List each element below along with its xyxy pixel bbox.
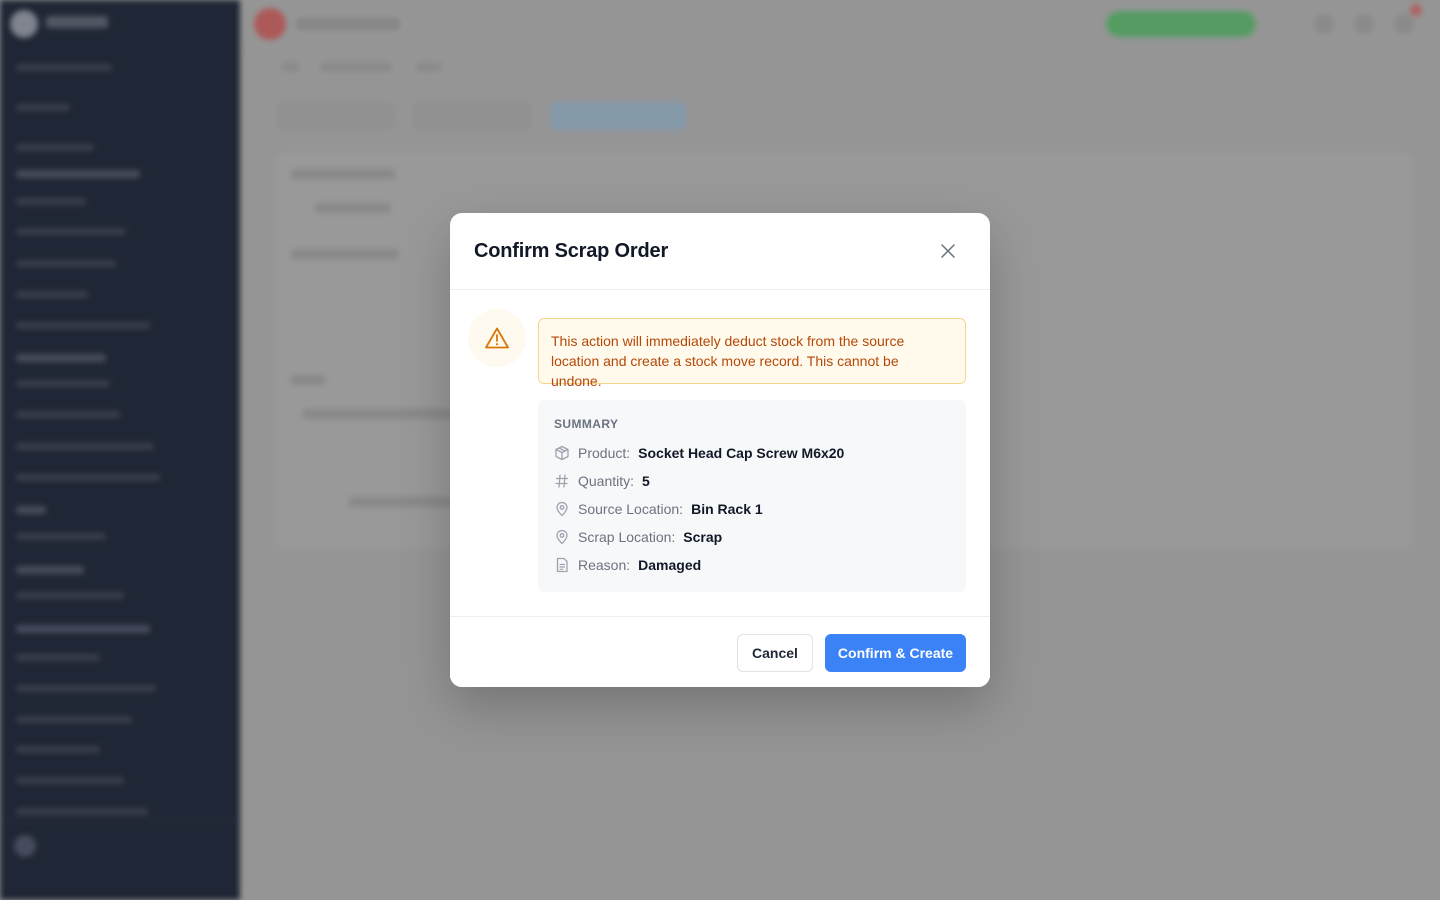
box-icon — [554, 445, 570, 461]
dialog-header: Confirm Scrap Order — [450, 213, 990, 290]
summary-row-product: Product: Socket Head Cap Screw M6x20 — [554, 443, 844, 463]
warning-triangle-icon — [485, 327, 509, 349]
summary-panel: SUMMARY Product: Socket Head Cap Screw M… — [538, 400, 966, 592]
document-icon — [554, 557, 570, 573]
summary-label: Quantity: — [578, 473, 635, 489]
summary-row-reason: Reason: Damaged — [554, 555, 701, 575]
summary-value: Socket Head Cap Screw M6x20 — [638, 445, 845, 461]
confirm-create-button[interactable]: Confirm & Create — [825, 634, 966, 672]
hash-icon — [554, 473, 570, 489]
summary-value: Scrap — [683, 529, 723, 545]
close-icon — [941, 244, 955, 258]
confirm-scrap-dialog: Confirm Scrap Order This action will imm… — [450, 213, 990, 687]
summary-row-scrap-location: Scrap Location: Scrap — [554, 527, 722, 547]
summary-label: Product: — [578, 445, 631, 461]
map-pin-icon — [554, 501, 570, 517]
summary-label: Source Location: — [578, 501, 684, 517]
summary-value: 5 — [642, 473, 650, 489]
summary-row-source-location: Source Location: Bin Rack 1 — [554, 499, 763, 519]
cancel-button[interactable]: Cancel — [737, 634, 813, 672]
summary-label: Scrap Location: — [578, 529, 676, 545]
summary-value: Bin Rack 1 — [691, 501, 763, 517]
dialog-title: Confirm Scrap Order — [474, 240, 669, 262]
map-pin-icon — [554, 529, 570, 545]
summary-label: Reason: — [578, 557, 631, 573]
dialog-footer: Cancel Confirm & Create — [450, 616, 990, 687]
close-button[interactable] — [934, 237, 962, 265]
summary-heading: SUMMARY — [554, 417, 619, 431]
warning-message: This action will immediately deduct stoc… — [538, 318, 966, 389]
summary-row-quantity: Quantity: 5 — [554, 471, 650, 491]
warning-icon-container — [468, 309, 526, 367]
summary-value: Damaged — [638, 557, 702, 573]
